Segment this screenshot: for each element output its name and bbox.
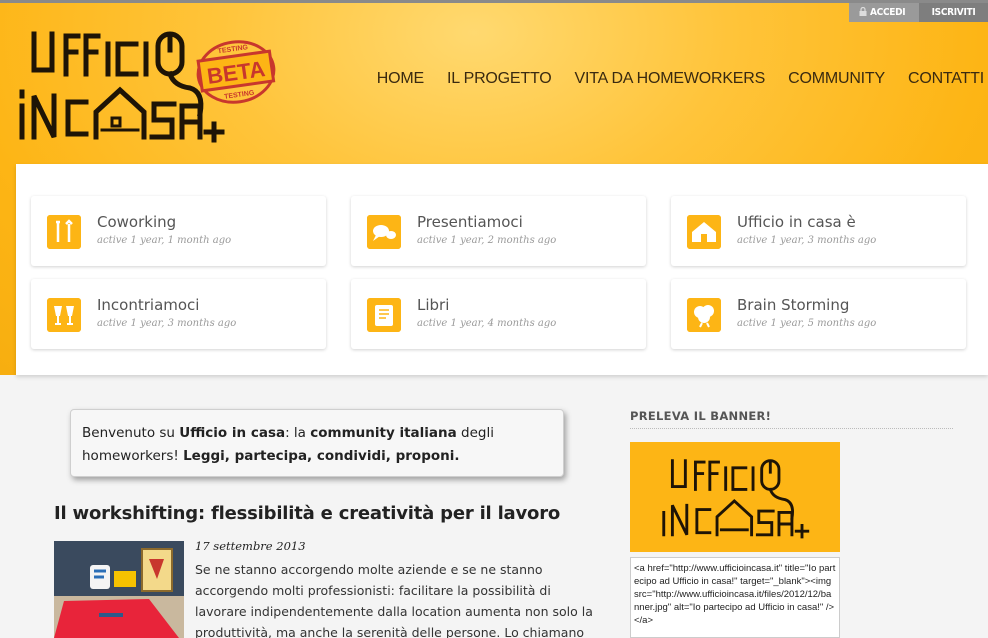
lock-icon <box>859 7 867 16</box>
post-thumbnail[interactable] <box>54 541 184 638</box>
house-icon <box>687 215 721 249</box>
post-date: 17 settembre 2013 <box>195 539 306 553</box>
groups-panel: Coworking active 1 year, 1 month ago Pre… <box>16 164 988 375</box>
group-activity: active 1 year, 1 month ago <box>97 235 232 246</box>
auth-bar: ACCEDI ISCRIVITI <box>849 3 988 22</box>
banner-code-textarea[interactable]: <a href="http://www.ufficioincasa.it" ti… <box>630 557 840 638</box>
register-button[interactable]: ISCRIVITI <box>919 3 988 22</box>
site-logo[interactable]: BETA TESTING TESTING <box>14 22 304 157</box>
group-card-coworking[interactable]: Coworking active 1 year, 1 month ago <box>31 196 326 266</box>
sidebar-heading: PRELEVA IL BANNER! <box>630 409 953 429</box>
group-activity: active 1 year, 3 months ago <box>97 318 237 329</box>
group-title[interactable]: Libri <box>417 296 449 314</box>
nav-contatti[interactable]: CONTATTI <box>908 70 984 88</box>
group-card-libri[interactable]: Libri active 1 year, 4 months ago <box>351 279 646 349</box>
group-title[interactable]: Brain Storming <box>737 296 849 314</box>
group-activity: active 1 year, 3 months ago <box>737 235 877 246</box>
main-nav: HOME IL PROGETTO VITA DA HOMEWORKERS COM… <box>354 70 984 88</box>
book-icon <box>367 298 401 332</box>
group-title[interactable]: Coworking <box>97 213 176 231</box>
logo-wordmark <box>19 31 225 143</box>
nav-il-progetto[interactable]: IL PROGETTO <box>447 70 552 88</box>
group-title[interactable]: Incontriamoci <box>97 296 199 314</box>
group-card-ufficio-in-casa[interactable]: Ufficio in casa è active 1 year, 3 month… <box>671 196 966 266</box>
group-activity: active 1 year, 4 months ago <box>417 318 557 329</box>
group-activity: active 1 year, 2 months ago <box>417 235 557 246</box>
tools-icon <box>47 215 81 249</box>
post-title[interactable]: Il workshifting: flessibilità e creativi… <box>54 503 560 524</box>
nav-vita-da-homeworkers[interactable]: VITA DA HOMEWORKERS <box>575 70 766 88</box>
nav-home[interactable]: HOME <box>377 70 424 88</box>
group-card-incontriamoci[interactable]: Incontriamoci active 1 year, 3 months ag… <box>31 279 326 349</box>
group-title[interactable]: Presentiamoci <box>417 213 523 231</box>
group-card-presentiamoci[interactable]: Presentiamoci active 1 year, 2 months ag… <box>351 196 646 266</box>
glasses-icon <box>47 298 81 332</box>
beta-stamp: BETA TESTING TESTING <box>196 40 276 104</box>
group-card-brain-storming[interactable]: Brain Storming active 1 year, 5 months a… <box>671 279 966 349</box>
welcome-box: Benvenuto su Ufficio in casa: la communi… <box>70 409 564 477</box>
brain-icon <box>687 298 721 332</box>
group-activity: active 1 year, 5 months ago <box>737 318 877 329</box>
login-button[interactable]: ACCEDI <box>849 3 919 22</box>
post-excerpt: Se ne stanno accorgendo molte aziende e … <box>195 562 593 638</box>
chat-icon <box>367 215 401 249</box>
banner-image[interactable] <box>630 442 840 552</box>
nav-community[interactable]: COMMUNITY <box>788 70 885 88</box>
group-title[interactable]: Ufficio in casa è <box>737 213 856 231</box>
